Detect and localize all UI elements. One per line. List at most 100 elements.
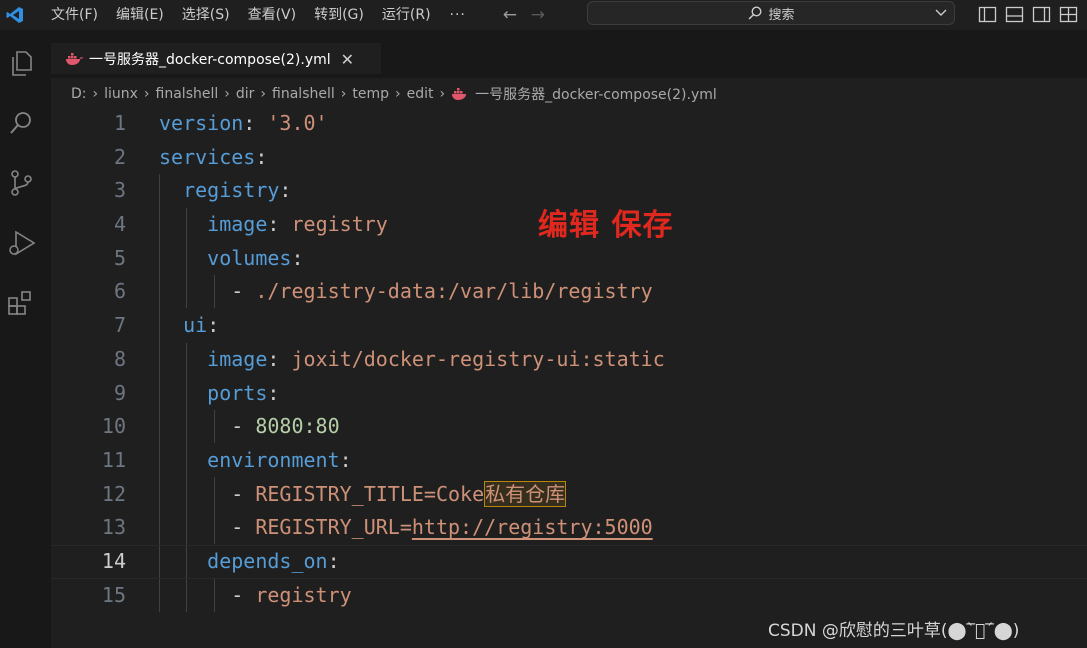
breadcrumb-item[interactable]: liunx bbox=[104, 86, 138, 102]
menu-view[interactable]: 查看(V) bbox=[239, 0, 306, 30]
vscode-logo-icon bbox=[2, 0, 28, 30]
code-line[interactable]: 11 environment: bbox=[51, 444, 1087, 478]
search-label: 搜索 bbox=[768, 7, 795, 23]
menu-file[interactable]: 文件(F) bbox=[42, 0, 107, 30]
line-content: - registry bbox=[159, 579, 352, 613]
title-bar: 文件(F) 编辑(E) 选择(S) 查看(V) 转到(G) 运行(R) ··· … bbox=[0, 0, 1087, 30]
code-token: registry bbox=[183, 178, 280, 203]
line-content: environment: bbox=[159, 444, 352, 478]
code-line[interactable]: 7 ui: bbox=[51, 309, 1087, 343]
code-line[interactable]: 15 - registry bbox=[51, 579, 1087, 613]
menu-run[interactable]: 运行(R) bbox=[373, 0, 440, 30]
code-token: : bbox=[267, 212, 292, 237]
code-line[interactable]: 6 - ./registry-data:/var/lib/registry bbox=[51, 275, 1087, 309]
code-token: : bbox=[267, 380, 280, 405]
code-line[interactable]: 5 volumes: bbox=[51, 242, 1087, 276]
line-number: 6 bbox=[113, 279, 126, 304]
menu-selection[interactable]: 选择(S) bbox=[173, 0, 239, 30]
code-token: REGISTRY_TITLE=Coke bbox=[255, 481, 485, 506]
breadcrumb-item[interactable]: finalshell bbox=[156, 86, 219, 102]
code-line[interactable]: 9 ports: bbox=[51, 377, 1087, 411]
line-number: 2 bbox=[113, 144, 126, 169]
line-number: 4 bbox=[113, 212, 126, 237]
breadcrumb-item[interactable]: finalshell bbox=[272, 86, 335, 102]
chevron-right-icon: › bbox=[395, 86, 401, 102]
watermark: CSDN @欣慰的三叶草(⬤‾̀⃝‾́⬤) bbox=[768, 621, 1020, 641]
code-token: environment bbox=[207, 447, 340, 472]
layout-controls bbox=[978, 5, 1078, 24]
line-content: image: registry bbox=[159, 208, 388, 242]
extensions-icon[interactable] bbox=[6, 288, 36, 318]
code-line[interactable]: 1 version: '3.0' bbox=[51, 107, 1087, 141]
breadcrumb-item[interactable]: temp bbox=[352, 86, 389, 102]
forward-arrow-icon[interactable]: → bbox=[528, 5, 548, 25]
close-icon[interactable]: ✕ bbox=[341, 50, 354, 69]
code-token: 8080:80 bbox=[255, 414, 340, 439]
menu-bar: 文件(F) 编辑(E) 选择(S) 查看(V) 转到(G) 运行(R) ··· bbox=[42, 0, 476, 30]
line-content: ports: bbox=[159, 377, 279, 411]
toggle-primary-sidebar-icon[interactable] bbox=[978, 5, 997, 24]
toggle-panel-icon[interactable] bbox=[1005, 5, 1024, 24]
activity-bar bbox=[0, 30, 51, 648]
line-number: 12 bbox=[101, 481, 126, 506]
code-token: ports bbox=[207, 380, 268, 405]
code-line[interactable]: 14 depends_on: bbox=[51, 544, 1087, 579]
breadcrumb-item[interactable]: dir bbox=[236, 86, 255, 102]
code-line[interactable]: 13 - REGISTRY_URL=http://registry:5000 bbox=[51, 511, 1087, 545]
code-token: '3.0' bbox=[267, 111, 328, 135]
breadcrumb: D: › liunx › finalshell › dir › finalshe… bbox=[71, 83, 717, 105]
code-token: ./registry-data:/var/lib/registry bbox=[255, 279, 653, 304]
code-token: - bbox=[159, 515, 256, 540]
line-number: 10 bbox=[101, 414, 126, 439]
chevron-right-icon: › bbox=[260, 86, 267, 102]
code-token: - bbox=[159, 481, 256, 506]
code-token: - bbox=[159, 582, 256, 607]
code-token: : bbox=[207, 313, 220, 338]
code-token: REGISTRY_URL= bbox=[255, 515, 412, 540]
code-token: image bbox=[207, 212, 268, 237]
source-control-icon[interactable] bbox=[6, 168, 36, 198]
command-center-search[interactable]: 搜索 bbox=[587, 1, 955, 25]
line-content: services: bbox=[159, 141, 267, 175]
breadcrumb-item[interactable]: edit bbox=[407, 86, 434, 102]
breadcrumb-item[interactable]: D: bbox=[71, 86, 87, 102]
toggle-secondary-sidebar-icon[interactable] bbox=[1032, 5, 1051, 24]
code-line[interactable]: 10 - 8080:80 bbox=[51, 410, 1087, 444]
code-token: : bbox=[291, 245, 304, 270]
line-number: 14 bbox=[101, 548, 126, 573]
line-content: - REGISTRY_URL=http://registry:5000 bbox=[159, 511, 652, 545]
line-number: 15 bbox=[101, 582, 126, 607]
code-token: : bbox=[243, 111, 268, 135]
chevron-down-icon[interactable] bbox=[934, 5, 948, 19]
line-number: 11 bbox=[101, 447, 126, 472]
menu-go[interactable]: 转到(G) bbox=[305, 0, 373, 30]
code-editor[interactable]: 1 version: '3.0' 2 services: 3 registry: 4 im… bbox=[51, 107, 1087, 612]
code-line[interactable]: 8 image: joxit/docker-registry-ui:static bbox=[51, 343, 1087, 377]
line-number: 13 bbox=[101, 515, 126, 540]
chevron-right-icon: › bbox=[92, 86, 99, 102]
explorer-icon[interactable] bbox=[6, 48, 36, 78]
breadcrumb-file[interactable]: 一号服务器_docker-compose(2).yml bbox=[475, 84, 717, 104]
editor-tab-active[interactable]: 一号服务器_docker-compose(2).yml ✕ bbox=[51, 43, 381, 74]
run-debug-icon[interactable] bbox=[6, 228, 36, 258]
menu-more-button[interactable]: ··· bbox=[440, 7, 476, 23]
back-arrow-icon[interactable]: ← bbox=[500, 5, 520, 25]
code-line[interactable]: 12 - REGISTRY_TITLE=Coke私有仓库 bbox=[51, 478, 1087, 512]
line-content: volumes: bbox=[159, 242, 304, 276]
code-token: services bbox=[159, 144, 256, 169]
annotation-text: 编辑 保存 bbox=[538, 208, 674, 243]
code-token: volumes bbox=[207, 245, 292, 270]
code-token: 私有仓库 bbox=[484, 480, 567, 507]
tab-title: 一号服务器_docker-compose(2).yml bbox=[89, 52, 331, 68]
chevron-right-icon: › bbox=[439, 86, 446, 102]
code-token: registry bbox=[255, 582, 352, 607]
code-line[interactable]: 2 services: bbox=[51, 141, 1087, 175]
menu-edit[interactable]: 编辑(E) bbox=[107, 0, 173, 30]
search-icon[interactable] bbox=[6, 108, 36, 138]
customize-layout-icon[interactable] bbox=[1059, 5, 1078, 24]
line-content: - REGISTRY_TITLE=Coke私有仓库 bbox=[159, 478, 567, 512]
chevron-right-icon: › bbox=[143, 86, 150, 102]
